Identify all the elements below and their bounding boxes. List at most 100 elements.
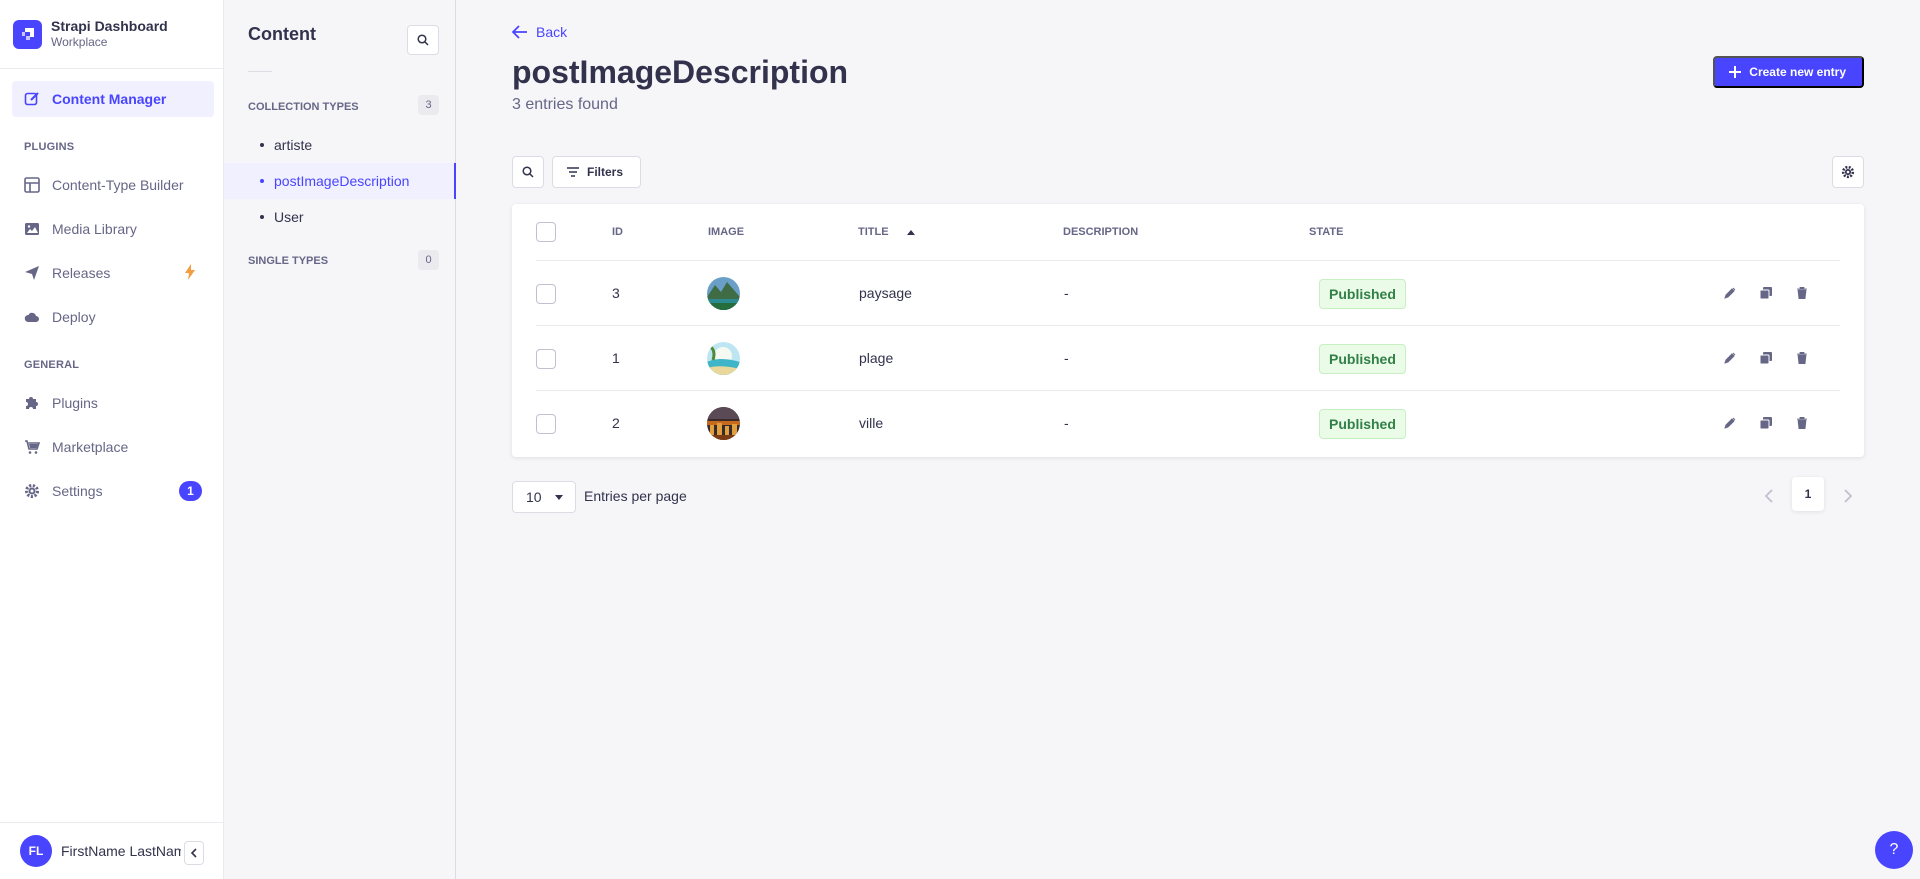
lightning-icon bbox=[184, 263, 196, 283]
trash-icon[interactable] bbox=[1794, 415, 1810, 431]
collection-item-label: User bbox=[274, 209, 304, 225]
collection-types-count: 3 bbox=[418, 95, 439, 115]
collection-types-label[interactable]: COLLECTION TYPES bbox=[248, 101, 359, 113]
column-title[interactable]: TITLE bbox=[858, 226, 915, 238]
plus-icon bbox=[1729, 66, 1742, 78]
table-row[interactable]: 1 plage - Published bbox=[536, 326, 1840, 391]
page-title: postImageDescription bbox=[512, 54, 849, 90]
column-id[interactable]: ID bbox=[612, 226, 623, 238]
column-title-label: TITLE bbox=[858, 226, 889, 238]
edit-icon[interactable] bbox=[1722, 350, 1738, 366]
nav-item-content-manager[interactable]: Content Manager bbox=[12, 81, 214, 117]
cell-id: 1 bbox=[612, 350, 620, 366]
filters-button[interactable]: Filters bbox=[552, 156, 642, 188]
paper-plane-icon bbox=[24, 265, 40, 281]
user-name: FirstName LastName bbox=[61, 843, 181, 859]
nav-item-releases[interactable]: Releases bbox=[12, 255, 214, 291]
nav-item-label: Content-Type Builder bbox=[52, 177, 184, 193]
puzzle-icon bbox=[24, 395, 40, 411]
create-new-entry-button[interactable]: Create new entry bbox=[1713, 56, 1864, 88]
collapse-nav-button[interactable] bbox=[184, 841, 204, 865]
collection-item-user[interactable]: User bbox=[224, 199, 456, 235]
collection-item-postimagedescription[interactable]: postImageDescription bbox=[224, 163, 456, 199]
nav-section-plugins: PLUGINS bbox=[24, 141, 75, 153]
row-checkbox[interactable] bbox=[536, 284, 556, 304]
nav-item-label: Marketplace bbox=[52, 439, 129, 455]
row-checkbox[interactable] bbox=[536, 414, 556, 434]
create-button-label: Create new entry bbox=[1749, 65, 1846, 79]
per-page-select[interactable]: 10 bbox=[512, 481, 576, 513]
edit-icon[interactable] bbox=[1722, 285, 1738, 301]
trash-icon[interactable] bbox=[1794, 350, 1810, 366]
feather-pen-icon bbox=[24, 91, 40, 107]
back-link[interactable]: Back bbox=[512, 24, 567, 40]
column-image: IMAGE bbox=[708, 226, 745, 238]
sort-up-icon bbox=[906, 230, 915, 235]
select-all-checkbox[interactable] bbox=[536, 222, 556, 242]
content-subnav: Content COLLECTION TYPES 3 artiste postI… bbox=[224, 0, 456, 879]
entries-table: ID IMAGE TITLE DESCRIPTION STATE 3 paysa… bbox=[512, 204, 1864, 457]
nav-item-marketplace[interactable]: Marketplace bbox=[12, 429, 214, 465]
nav-item-content-type-builder[interactable]: Content-Type Builder bbox=[12, 167, 214, 203]
back-label: Back bbox=[536, 24, 568, 40]
nav-item-label: Content Manager bbox=[52, 91, 167, 107]
table-row[interactable]: 2 ville - Published bbox=[536, 391, 1840, 456]
chevron-left-icon bbox=[1764, 489, 1773, 503]
trash-icon[interactable] bbox=[1794, 285, 1810, 301]
nav-section-general: GENERAL bbox=[24, 359, 80, 371]
subnav-title: Content bbox=[248, 24, 316, 44]
gear-icon bbox=[1841, 165, 1855, 179]
nav-item-label: Releases bbox=[52, 265, 111, 281]
brand-header[interactable]: Strapi Dashboard Workplace bbox=[0, 0, 223, 69]
nav-item-deploy[interactable]: Deploy bbox=[12, 299, 214, 335]
status-badge: Published bbox=[1319, 344, 1406, 374]
table-row[interactable]: 3 paysage - Published bbox=[536, 261, 1840, 326]
user-profile[interactable]: FL FirstName LastName bbox=[0, 822, 224, 879]
main-nav: Strapi Dashboard Workplace Content Manag… bbox=[0, 0, 224, 879]
cell-description: - bbox=[1064, 285, 1069, 301]
subnav-search-button[interactable] bbox=[407, 25, 439, 55]
duplicate-icon[interactable] bbox=[1758, 350, 1774, 366]
nav-item-plugins[interactable]: Plugins bbox=[12, 385, 214, 421]
per-page-label: Entries per page bbox=[584, 488, 687, 504]
cell-id: 2 bbox=[612, 415, 620, 431]
column-description[interactable]: DESCRIPTION bbox=[1063, 226, 1138, 238]
previous-page-button[interactable] bbox=[1756, 484, 1780, 508]
chevron-left-icon bbox=[190, 848, 197, 858]
row-checkbox[interactable] bbox=[536, 349, 556, 369]
brand-subtitle: Workplace bbox=[51, 35, 108, 49]
strapi-logo-icon bbox=[13, 19, 42, 49]
nav-item-label: Settings bbox=[52, 483, 103, 499]
duplicate-icon[interactable] bbox=[1758, 415, 1774, 431]
edit-icon[interactable] bbox=[1722, 415, 1738, 431]
nav-item-media-library[interactable]: Media Library bbox=[12, 211, 214, 247]
layout-icon bbox=[24, 177, 40, 193]
column-state[interactable]: STATE bbox=[1309, 226, 1343, 238]
search-icon bbox=[417, 34, 429, 46]
search-button[interactable] bbox=[512, 156, 544, 188]
table-header: ID IMAGE TITLE DESCRIPTION STATE bbox=[536, 204, 1840, 261]
single-types-count: 0 bbox=[418, 250, 439, 270]
cell-description: - bbox=[1064, 415, 1069, 431]
cell-title: paysage bbox=[859, 285, 912, 301]
brand-title: Strapi Dashboard bbox=[51, 18, 168, 34]
next-page-button[interactable] bbox=[1836, 484, 1860, 508]
thumbnail-beach bbox=[707, 342, 740, 375]
nav-item-label: Deploy bbox=[52, 309, 96, 325]
image-icon bbox=[24, 221, 40, 237]
cell-title: ville bbox=[859, 415, 884, 431]
nav-item-settings[interactable]: Settings 1 bbox=[12, 473, 214, 509]
page-1-button[interactable]: 1 bbox=[1792, 477, 1824, 511]
collection-item-artiste[interactable]: artiste bbox=[224, 127, 456, 163]
settings-badge: 1 bbox=[179, 481, 202, 501]
thumbnail-mountain-lake bbox=[707, 277, 740, 310]
help-button[interactable]: ? bbox=[1875, 831, 1913, 869]
cloud-icon bbox=[24, 309, 40, 325]
status-badge: Published bbox=[1319, 409, 1406, 439]
collection-item-label: postImageDescription bbox=[274, 173, 410, 189]
duplicate-icon[interactable] bbox=[1758, 285, 1774, 301]
status-badge: Published bbox=[1319, 279, 1406, 309]
nav-item-label: Media Library bbox=[52, 221, 137, 237]
single-types-label[interactable]: SINGLE TYPES bbox=[248, 255, 328, 267]
list-settings-button[interactable] bbox=[1832, 156, 1864, 188]
